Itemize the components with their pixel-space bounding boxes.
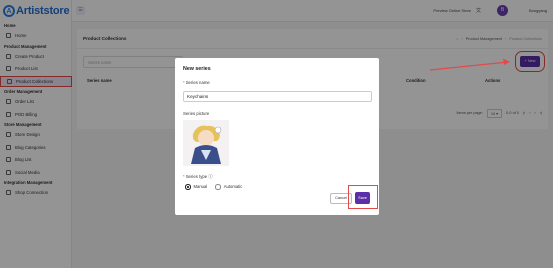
series-name-label: *Series name <box>183 80 210 85</box>
dialog-title: New series <box>183 66 211 72</box>
series-picture[interactable] <box>183 120 229 166</box>
app-root: A Artiststore Home Home Product Management… <box>0 0 553 268</box>
series-name-input[interactable]: Keychains <box>183 91 372 102</box>
save-highlight-box <box>348 185 378 209</box>
series-picture-label: Series picture <box>183 111 210 116</box>
radio-automatic[interactable]: Automatic <box>215 184 242 190</box>
radio-manual[interactable]: Manual <box>185 184 207 190</box>
series-type-label: *Series type ⓘ <box>183 174 213 179</box>
series-type-radio-group: Manual Automatic <box>185 184 242 190</box>
help-icon: ⓘ <box>208 174 213 179</box>
